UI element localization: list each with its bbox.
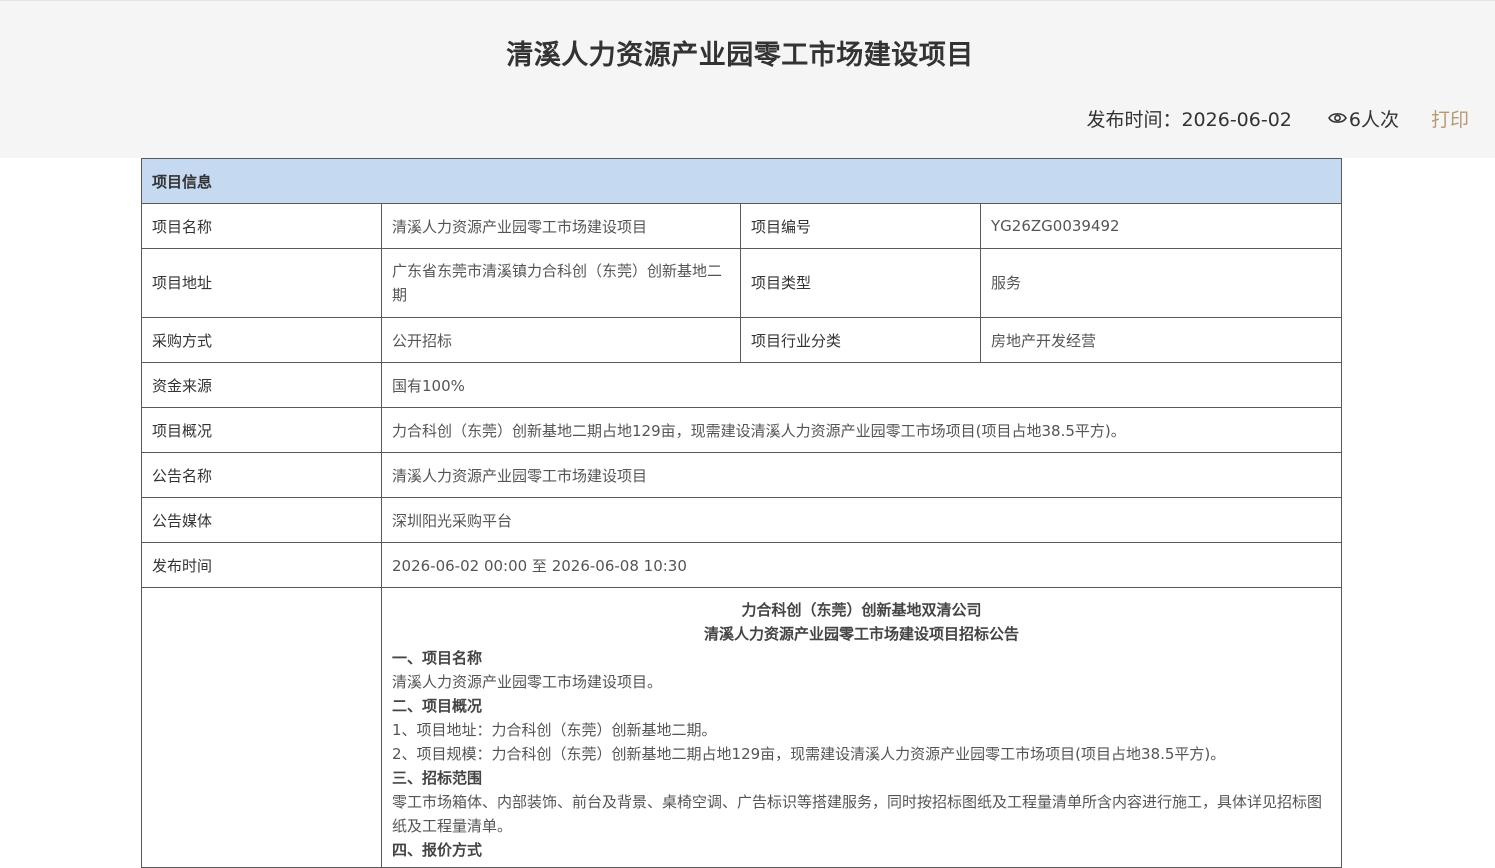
notice-content-label [141,587,382,868]
overview-label: 项目概况 [141,407,382,453]
project-name-value: 清溪人力资源产业园零工市场建设项目 [381,203,741,249]
table-row: 资金来源 国有100% [141,362,1343,408]
project-no-value: YG26ZG0039492 [979,203,1343,249]
purchase-method-value: 公开招标 [381,317,741,363]
notice-title-line2: 清溪人力资源产业园零工市场建设项目招标公告 [704,625,1020,643]
table-row: 项目概况 力合科创（东莞）创新基地二期占地129亩，现需建设清溪人力资源产业园零… [141,407,1343,453]
table-row: 公告媒体 深圳阳光采购平台 [141,497,1343,543]
table-row: 公告名称 清溪人力资源产业园零工市场建设项目 [141,452,1343,498]
project-address-label: 项目地址 [141,248,382,318]
project-name-label: 项目名称 [141,203,382,249]
industry-value: 房地产开发经营 [979,317,1343,363]
project-address-value: 广东省东莞市清溪镇力合科创（东莞）创新基地二期 [381,248,741,318]
notice-paragraph-2-2: 2、项目规模：力合科创（东莞）创新基地二期占地129亩，现需建设清溪人力资源产业… [392,745,1226,763]
page-header: 清溪人力资源产业园零工市场建设项目 发布时间：2026-06-02 6人次 打印 [0,0,1495,158]
purchase-method-label: 采购方式 [141,317,382,363]
notice-content-row: 力合科创（东莞）创新基地双清公司 清溪人力资源产业园零工市场建设项目招标公告 一… [141,587,1343,868]
notice-paragraph-2-1: 1、项目地址：力合科创（东莞）创新基地二期。 [392,721,717,739]
print-link[interactable]: 打印 [1431,105,1469,132]
notice-name-label: 公告名称 [141,452,382,498]
notice-heading-3: 三、招标范围 [392,769,483,787]
notice-heading-4: 四、报价方式 [392,841,483,859]
fund-source-value: 国有100% [380,362,1343,408]
publish-time-value: 2026-06-02 00:00 至 2026-06-08 10:30 [380,542,1343,588]
notice-media-value: 深圳阳光采购平台 [380,497,1343,543]
page-title: 清溪人力资源产业园零工市场建设项目 [506,40,974,71]
view-count-label: 6人次 [1348,108,1399,131]
industry-label: 项目行业分类 [740,317,981,363]
table-row: 采购方式 公开招标 项目行业分类 房地产开发经营 [141,317,1343,363]
project-type-value: 服务 [979,248,1343,318]
table-row: 项目名称 清溪人力资源产业园零工市场建设项目 项目编号 YG26ZG003949… [141,203,1343,249]
notice-title-line1: 力合科创（东莞）创新基地双清公司 [741,601,982,619]
notice-paragraph-1: 清溪人力资源产业园零工市场建设项目。 [392,673,663,691]
fund-source-label: 资金来源 [141,362,382,408]
notice-heading-1: 一、项目名称 [392,649,483,667]
notice-heading-2: 二、项目概况 [392,697,483,715]
section-title: 项目信息 [140,158,1343,204]
notice-media-label: 公告媒体 [141,497,382,543]
notice-paragraph-3: 零工市场箱体、内部装饰、前台及背景、桌椅空调、广告标识等搭建服务，同时按招标图纸… [392,793,1323,835]
project-info-table: 项目信息 项目名称 清溪人力资源产业园零工市场建设项目 项目编号 YG26ZG0… [140,158,1343,868]
section-header-row: 项目信息 [140,158,1343,204]
notice-content: 力合科创（东莞）创新基地双清公司 清溪人力资源产业园零工市场建设项目招标公告 一… [380,587,1343,868]
view-count: 6人次 [1327,105,1399,132]
project-type-label: 项目类型 [740,248,981,318]
overview-value: 力合科创（东莞）创新基地二期占地129亩，现需建设清溪人力资源产业园零工市场项目… [380,407,1343,453]
project-no-label: 项目编号 [740,203,981,249]
eye-icon [1327,113,1347,123]
meta-row: 发布时间：2026-06-02 6人次 打印 [1086,103,1469,133]
table-row: 发布时间 2026-06-02 00:00 至 2026-06-08 10:30 [141,542,1343,588]
publish-time-label: 发布时间 [141,542,382,588]
notice-name-value: 清溪人力资源产业园零工市场建设项目 [380,452,1343,498]
publish-date: 发布时间：2026-06-02 [1086,108,1292,131]
table-row: 项目地址 广东省东莞市清溪镇力合科创（东莞）创新基地二期 项目类型 服务 [141,248,1343,318]
